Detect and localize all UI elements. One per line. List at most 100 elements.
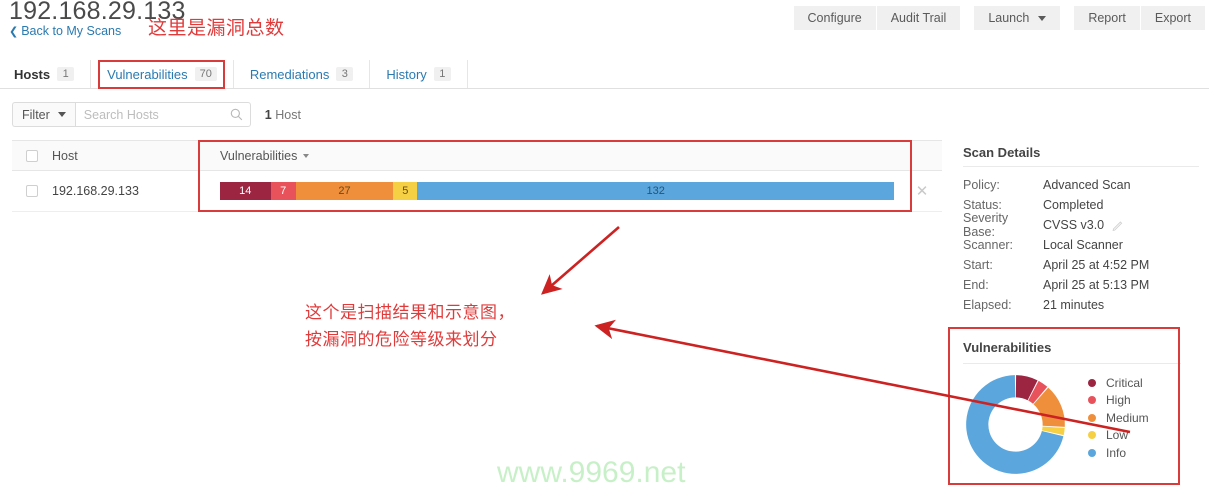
vulnerabilities-chart-body: Critical High Medium Low Info: [963, 372, 1181, 477]
detail-value-severity-base: CVSS v3.0: [1043, 218, 1105, 232]
detail-label-scanner: Scanner:: [963, 238, 1014, 252]
back-link-label: Back to My Scans: [21, 24, 122, 38]
export-button[interactable]: Export: [1140, 6, 1205, 30]
divider: [963, 363, 1181, 364]
search-hosts-field[interactable]: [74, 102, 251, 127]
tab-history[interactable]: History 1: [370, 60, 468, 88]
scan-results-page: 192.168.29.133 ❮ Back to My Scans Configu…: [0, 0, 1209, 500]
host-count-label: Host: [275, 107, 301, 122]
tab-remediations-badge: 3: [336, 67, 354, 81]
row-host-value[interactable]: 192.168.29.133: [52, 184, 220, 198]
tab-remediations[interactable]: Remediations 3: [234, 60, 371, 88]
detail-value-scanner: Local Scanner: [1043, 238, 1123, 252]
detail-row-scanner: Scanner: Local Scanner: [963, 235, 1199, 255]
detail-row-severity-base: Severity Base: CVSS v3.0: [963, 211, 1199, 239]
host-count: 1 Host: [265, 108, 301, 122]
severity-segment-low[interactable]: 5: [393, 182, 418, 200]
scan-details-list: Policy: Advanced Scan Status: Completed …: [963, 175, 1199, 315]
pencil-edit-icon[interactable]: [1112, 219, 1124, 231]
detail-label-policy: Policy:: [963, 178, 1000, 192]
severity-segment-info[interactable]: 132: [417, 182, 894, 200]
tab-bar: Hosts 1 Vulnerabilities 70 Remediations …: [0, 60, 1209, 89]
detail-row-start: Start: April 25 at 4:52 PM: [963, 255, 1199, 275]
host-count-number: 1: [264, 107, 272, 122]
legend-label-high: High: [1106, 393, 1131, 408]
detail-label-start: Start:: [963, 258, 993, 272]
header-action-group-1: Configure Audit Trail: [793, 6, 961, 30]
detail-value-end: April 25 at 5:13 PM: [1043, 278, 1150, 292]
legend-label-critical: Critical: [1106, 375, 1143, 390]
tab-history-badge: 1: [433, 67, 451, 81]
hosts-table: Host Vulnerabilities 192.168.29.133 14 7 2…: [12, 140, 942, 212]
detail-row-end: End: April 25 at 5:13 PM: [963, 275, 1199, 295]
header-action-group-2: Launch: [974, 6, 1061, 30]
tab-hosts-badge: 1: [57, 67, 75, 81]
tab-vulnerabilities-label: Vulnerabilities: [107, 66, 188, 82]
detail-label-elapsed: Elapsed:: [963, 298, 1012, 312]
legend-item-info[interactable]: Info: [1088, 444, 1149, 462]
close-icon[interactable]: ✕: [916, 184, 929, 199]
severity-segment-critical[interactable]: 14: [220, 182, 271, 200]
legend-dot-critical: [1088, 378, 1096, 387]
legend-item-critical[interactable]: Critical: [1088, 374, 1149, 392]
audit-trail-button[interactable]: Audit Trail: [876, 6, 961, 30]
legend-dot-info: [1088, 448, 1096, 457]
severity-segment-high[interactable]: 7: [270, 182, 296, 200]
column-header-vulnerabilities[interactable]: Vulnerabilities: [220, 149, 902, 163]
vulnerabilities-chart-panel: Vulnerabilities Critical High Medium Low…: [963, 340, 1181, 477]
table-row[interactable]: 192.168.29.133 14 7 27 5 132 ✕: [12, 171, 942, 212]
search-input[interactable]: [75, 103, 250, 126]
detail-value-start: April 25 at 4:52 PM: [1043, 258, 1150, 272]
severity-segment-medium[interactable]: 27: [295, 182, 394, 200]
tab-remediations-label: Remediations: [249, 66, 330, 82]
configure-button[interactable]: Configure: [793, 6, 876, 30]
detail-row-elapsed: Elapsed: 21 minutes: [963, 295, 1199, 315]
row-checkbox[interactable]: [26, 185, 38, 197]
vulnerabilities-chart-title: Vulnerabilities: [963, 340, 1052, 355]
tab-vulnerabilities-badge: 70: [194, 67, 217, 81]
report-button[interactable]: Report: [1074, 6, 1140, 30]
select-all-checkbox[interactable]: [26, 149, 38, 162]
legend-label-low: Low: [1106, 428, 1129, 443]
legend-label-info: Info: [1106, 445, 1127, 460]
detail-value-policy: Advanced Scan: [1043, 178, 1131, 192]
arrow-to-severity-bar: [541, 226, 620, 295]
severity-stacked-bar[interactable]: 14 7 27 5 132: [220, 182, 894, 200]
legend-dot-high: [1088, 396, 1096, 405]
legend-item-high[interactable]: High: [1088, 392, 1149, 410]
chart-legend: Critical High Medium Low Info: [1088, 374, 1149, 462]
header-actions: Configure Audit Trail Launch Report Expo…: [793, 6, 1205, 30]
annotation-body-note: 这个是扫描结果和示意图， 按漏洞的危险等级来划分: [305, 303, 515, 350]
tab-vulnerabilities[interactable]: Vulnerabilities 70: [91, 60, 234, 88]
legend-item-low[interactable]: Low: [1088, 427, 1149, 445]
row-select-cell: [12, 185, 52, 197]
annotation-title-note: 这里是漏洞总数: [148, 17, 285, 39]
detail-label-status: Status:: [963, 198, 1002, 212]
detail-value-status: Completed: [1043, 198, 1104, 212]
detail-label-severity-base: Severity Base:: [963, 211, 1009, 239]
chevron-left-icon: ❮: [9, 26, 19, 38]
tab-history-label: History: [386, 66, 427, 82]
column-header-host[interactable]: Host: [52, 149, 220, 163]
detail-row-policy: Policy: Advanced Scan: [963, 175, 1199, 195]
filter-dropdown-button[interactable]: Filter: [12, 102, 75, 127]
legend-item-medium[interactable]: Medium: [1088, 409, 1149, 427]
tab-hosts-label: Hosts: [14, 66, 51, 82]
column-header-vulnerabilities-label: Vulnerabilities: [220, 148, 298, 163]
tab-hosts[interactable]: Hosts 1: [0, 60, 92, 88]
vulnerabilities-donut-chart[interactable]: [963, 372, 1068, 477]
header-action-group-3: Report Export: [1074, 6, 1205, 30]
row-remove-cell: ✕: [902, 184, 942, 199]
detail-label-end: End:: [963, 278, 989, 292]
legend-dot-medium: [1088, 413, 1096, 422]
legend-dot-low: [1088, 431, 1096, 440]
table-header-row: Host Vulnerabilities: [12, 140, 942, 171]
watermark: www.9969.net: [497, 456, 686, 489]
launch-button[interactable]: Launch: [974, 6, 1061, 30]
divider: [963, 166, 1199, 167]
row-vulnerabilities-cell: 14 7 27 5 132: [220, 182, 902, 200]
sort-descending-icon: [303, 153, 310, 158]
filter-label: Filter: [22, 107, 50, 122]
detail-value-elapsed: 21 minutes: [1043, 298, 1105, 312]
back-to-my-scans-link[interactable]: ❮ Back to My Scans: [9, 24, 121, 38]
